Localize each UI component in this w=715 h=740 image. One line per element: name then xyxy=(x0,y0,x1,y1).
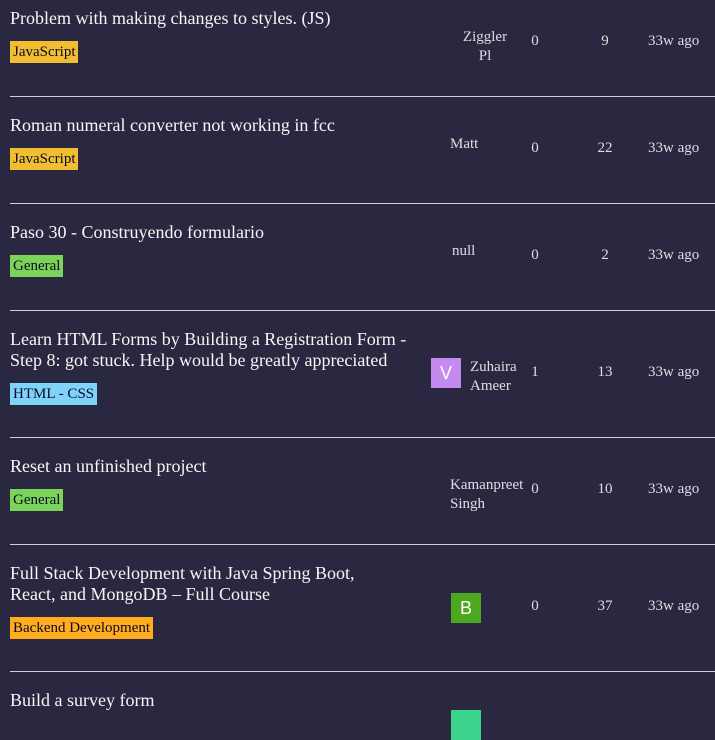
topic-tag[interactable]: JavaScript xyxy=(10,41,79,63)
topic-replies: 0 xyxy=(531,481,539,497)
topic-activity[interactable]: 33w ago xyxy=(648,140,699,157)
topic-tag[interactable]: General xyxy=(10,489,64,511)
topic-user[interactable]: Ziggler Pl xyxy=(450,28,520,66)
topic-views: 37 xyxy=(597,598,613,614)
avatar[interactable]: B xyxy=(451,593,481,623)
topic-title[interactable]: Paso 30 - Construyendo formulario xyxy=(10,222,428,243)
topic-row[interactable]: Paso 30 - Construyendo formulario Genera… xyxy=(10,204,715,311)
topic-row[interactable]: Problem with making changes to styles. (… xyxy=(10,0,715,97)
topic-replies: 0 xyxy=(531,598,539,614)
topic-tag[interactable]: General xyxy=(10,255,64,277)
topic-views: 22 xyxy=(597,140,613,156)
topic-views: 9 xyxy=(601,33,609,49)
topic-user[interactable]: Kamanpreet Singh xyxy=(450,476,523,514)
topic-views: 2 xyxy=(601,247,609,263)
topic-user[interactable]: null xyxy=(452,242,475,261)
topic-title[interactable]: Reset an unfinished project xyxy=(10,456,428,477)
topic-row[interactable]: Full Stack Development with Java Spring … xyxy=(10,545,715,672)
avatar[interactable]: V xyxy=(431,358,461,388)
topic-title[interactable]: Roman numeral converter not working in f… xyxy=(10,115,428,136)
topic-row[interactable]: Build a survey form xyxy=(10,672,715,740)
topic-row[interactable]: Roman numeral converter not working in f… xyxy=(10,97,715,204)
topic-user[interactable]: Zuhaira Ameer xyxy=(470,358,517,396)
topic-activity[interactable]: 33w ago xyxy=(648,598,699,615)
topic-tag[interactable]: JavaScript xyxy=(10,148,79,170)
topic-row[interactable]: Learn HTML Forms by Building a Registrat… xyxy=(10,311,715,438)
topic-tag[interactable]: Backend Development xyxy=(10,617,154,639)
topic-tag[interactable]: HTML - CSS xyxy=(10,383,98,405)
topic-views: 10 xyxy=(597,481,613,497)
topic-replies: 0 xyxy=(531,140,539,156)
topic-replies: 1 xyxy=(531,364,539,380)
topic-title[interactable]: Learn HTML Forms by Building a Registrat… xyxy=(10,329,428,371)
topic-replies: 0 xyxy=(531,33,539,49)
topic-replies: 0 xyxy=(531,247,539,263)
topic-activity[interactable]: 33w ago xyxy=(648,481,699,498)
topic-row[interactable]: Reset an unfinished project General Kama… xyxy=(10,438,715,545)
topic-title[interactable]: Build a survey form xyxy=(10,690,428,711)
topic-activity[interactable]: 33w ago xyxy=(648,247,699,264)
topic-views: 13 xyxy=(597,364,613,380)
topic-activity[interactable]: 33w ago xyxy=(648,364,699,381)
topic-title[interactable]: Problem with making changes to styles. (… xyxy=(10,8,428,29)
topic-activity[interactable]: 33w ago xyxy=(648,33,699,50)
topic-user[interactable]: Matt xyxy=(450,135,478,154)
topic-title[interactable]: Full Stack Development with Java Spring … xyxy=(10,563,400,605)
